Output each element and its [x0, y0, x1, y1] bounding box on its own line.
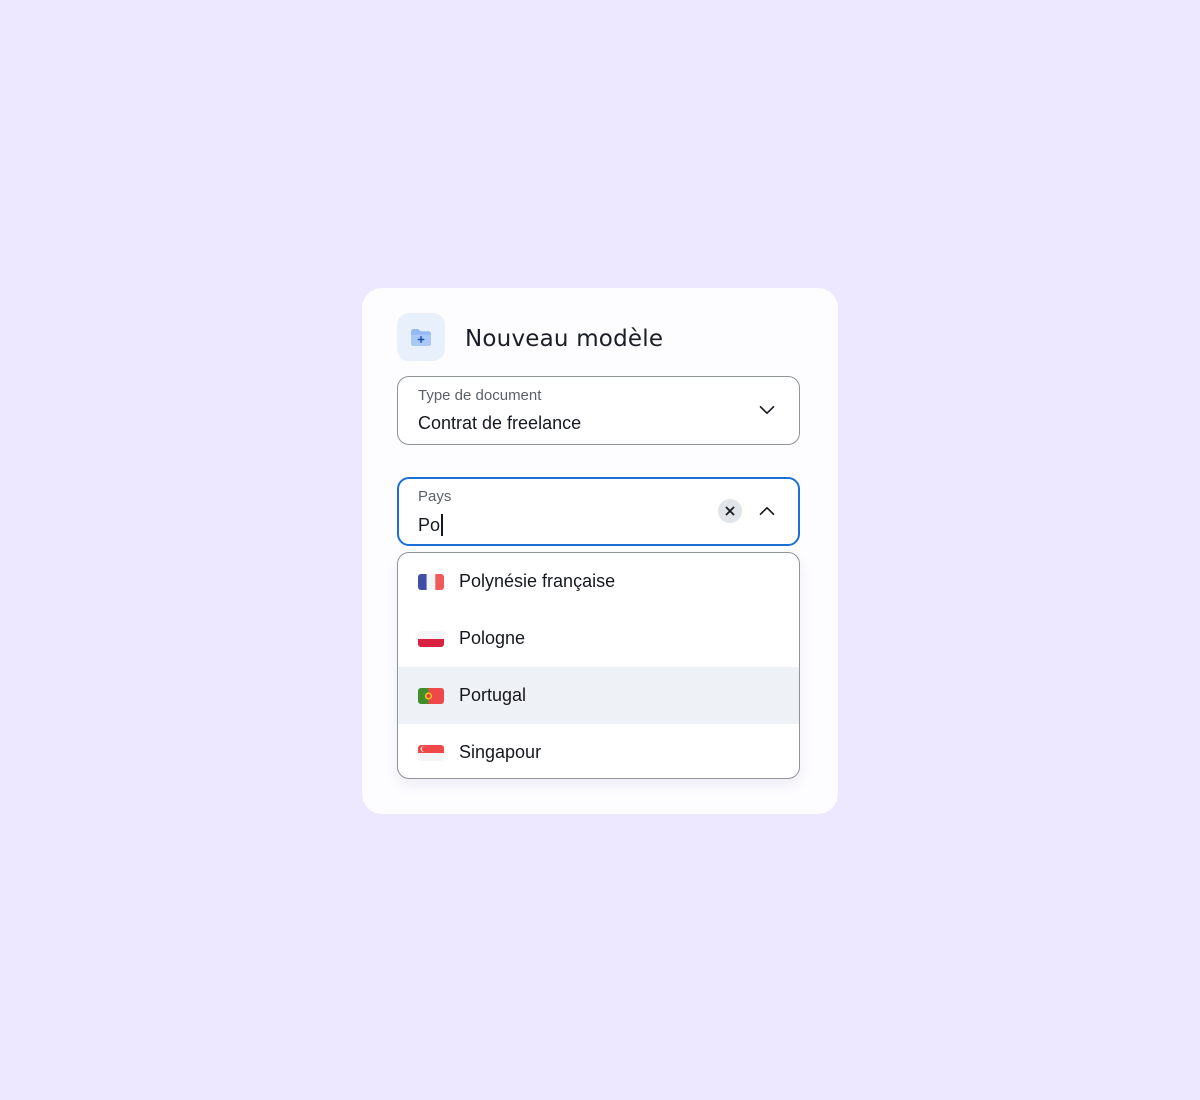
- new-template-dialog: Nouveau modèle Type de document Contrat …: [362, 288, 838, 814]
- flag-poland-icon: [418, 630, 444, 647]
- country-input-text: Po: [418, 514, 441, 535]
- option-label: Singapour: [459, 742, 542, 762]
- option-portugal[interactable]: Portugal: [398, 667, 799, 724]
- flag-singapore-icon: [418, 744, 444, 761]
- chevron-up-icon[interactable]: [758, 502, 776, 520]
- country-combobox[interactable]: Pays Po: [397, 477, 800, 546]
- flag-portugal-icon: [418, 687, 444, 704]
- option-label: Portugal: [459, 685, 527, 705]
- clear-button[interactable]: [718, 499, 742, 523]
- document-type-select[interactable]: Type de document Contrat de freelance: [397, 376, 800, 445]
- flag-france-icon: [418, 573, 444, 590]
- option-pologne[interactable]: Pologne: [398, 610, 799, 667]
- country-search-input[interactable]: Po: [418, 514, 443, 536]
- chevron-down-icon[interactable]: [758, 401, 776, 419]
- country-label: Pays: [418, 488, 452, 505]
- text-cursor: [441, 514, 443, 536]
- option-label: Polynésie française: [459, 571, 616, 591]
- option-polynesie-francaise[interactable]: Polynésie française: [398, 553, 799, 610]
- option-label: Pologne: [459, 628, 526, 648]
- dialog-title: Nouveau modèle: [465, 326, 664, 352]
- document-type-label: Type de document: [418, 387, 542, 404]
- country-options-list: Polynésie française Pologne Portugal Sin…: [397, 552, 800, 779]
- document-type-value: Contrat de freelance: [418, 413, 582, 433]
- close-icon: [725, 506, 735, 516]
- option-singapour[interactable]: Singapour: [398, 724, 799, 778]
- folder-add-icon: [397, 313, 445, 361]
